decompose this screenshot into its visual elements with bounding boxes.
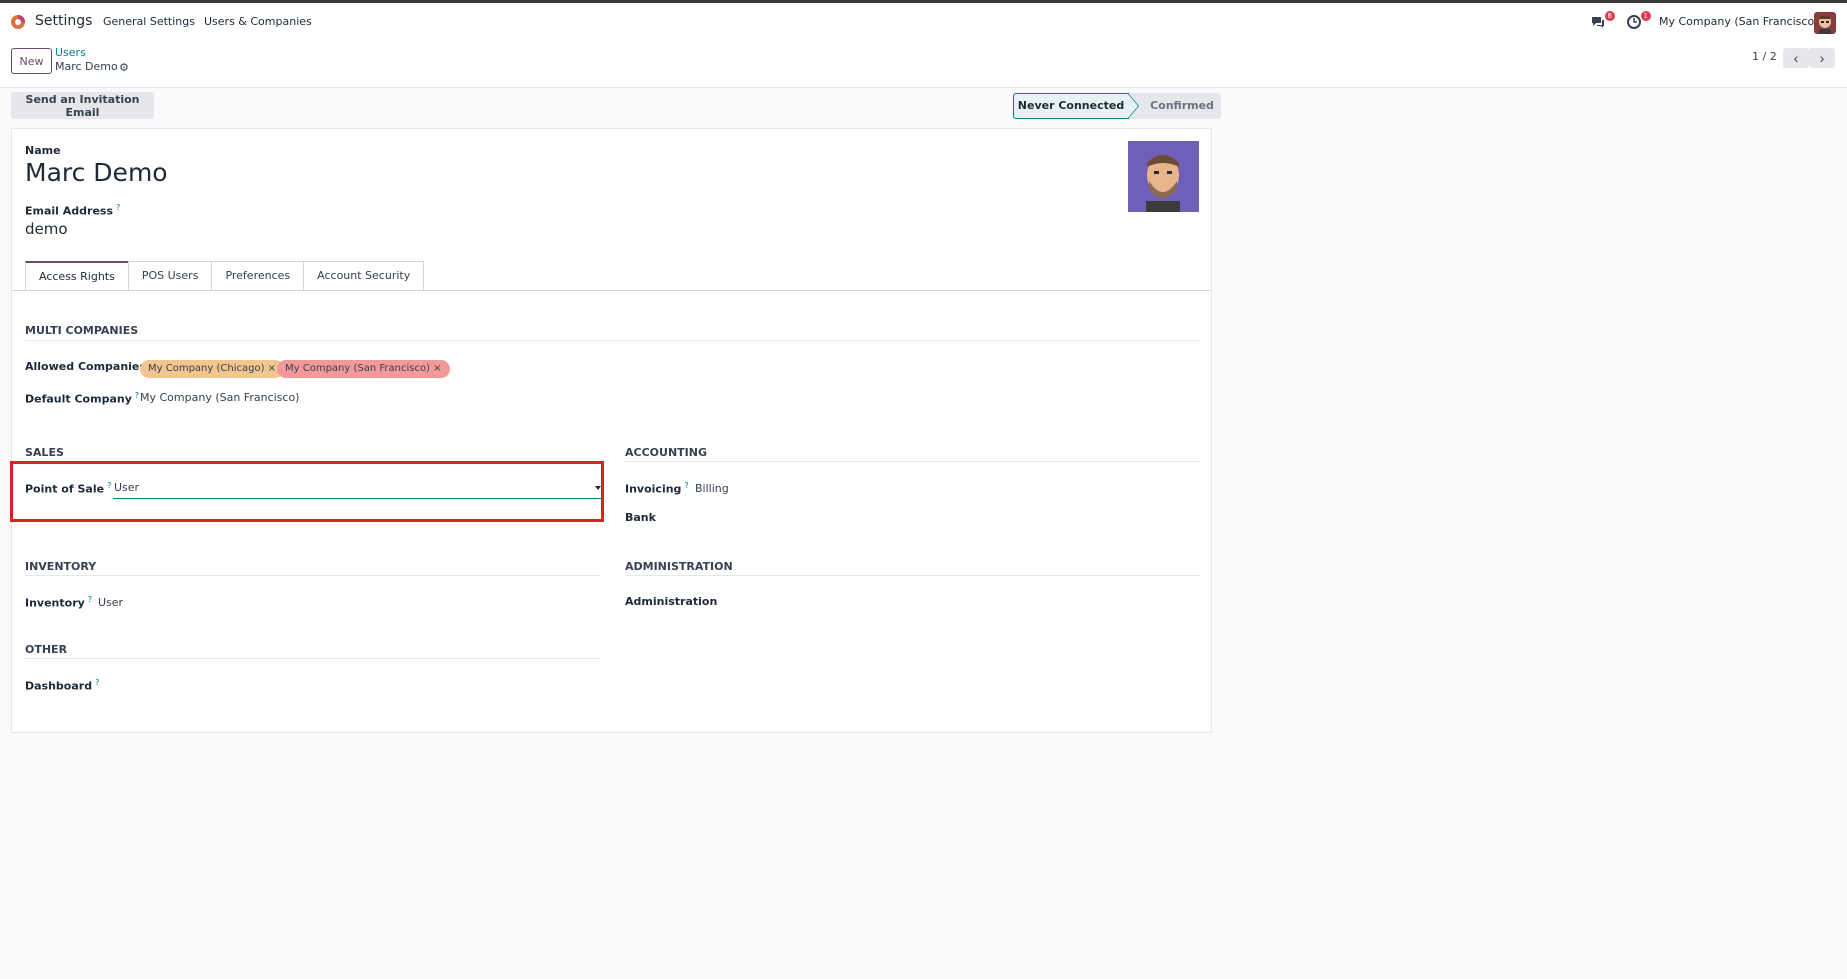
activities-clock-icon[interactable]: 1 — [1626, 11, 1651, 32]
odoo-logo-icon[interactable] — [10, 14, 26, 30]
tabs-divider — [12, 290, 1211, 291]
inventory-label-text: Inventory — [25, 596, 85, 610]
messages-icon[interactable]: 6 — [1590, 11, 1615, 32]
tag-label: My Company (Chicago) — [148, 363, 265, 374]
status-arrow-fill — [1128, 94, 1138, 118]
name-label: Name — [25, 144, 61, 157]
section-divider — [25, 658, 601, 659]
help-tooltip-icon[interactable]: ? — [88, 595, 92, 604]
default-company-label: Default Company? — [25, 391, 139, 406]
section-multi-companies: MULTI COMPANIES — [25, 324, 139, 337]
section-administration: ADMINISTRATION — [625, 560, 733, 573]
help-tooltip-icon[interactable]: ? — [135, 391, 139, 400]
default-company-label-text: Default Company — [25, 392, 132, 406]
inventory-label: Inventory? — [25, 595, 92, 610]
menu-general-settings[interactable]: General Settings — [103, 15, 195, 28]
close-icon[interactable]: × — [268, 363, 276, 374]
help-tooltip-icon[interactable]: ? — [684, 481, 688, 490]
inventory-field[interactable]: User — [98, 596, 123, 609]
pager-previous-button[interactable]: ‹ — [1783, 48, 1809, 68]
dashboard-label: Dashboard? — [25, 678, 99, 693]
section-sales: SALES — [25, 446, 64, 459]
section-inventory: INVENTORY — [25, 560, 97, 573]
section-accounting: ACCOUNTING — [625, 446, 707, 459]
section-divider — [25, 340, 1200, 341]
pager-next-button[interactable]: › — [1809, 48, 1835, 68]
tab-account-security[interactable]: Account Security — [303, 261, 425, 291]
name-field[interactable]: Marc Demo — [25, 158, 168, 187]
user-avatar[interactable] — [1814, 12, 1836, 34]
tag-label: My Company (San Francisco) — [285, 363, 430, 374]
breadcrumb-users[interactable]: Users — [55, 46, 86, 59]
section-divider — [625, 461, 1200, 462]
email-label-text: Email Address — [25, 204, 114, 218]
close-icon[interactable]: × — [433, 363, 441, 374]
section-divider — [625, 575, 1200, 576]
control-panel: New Users Marc Demo ⚙ 1 / 2 ‹ › — [0, 41, 1847, 88]
form-statusbar: Send an Invitation Email Never Connected… — [11, 92, 1221, 120]
breadcrumb-current-record: Marc Demo — [55, 60, 118, 73]
default-company-field[interactable]: My Company (San Francisco) — [140, 391, 299, 404]
app-name[interactable]: Settings — [35, 13, 92, 29]
status-never-connected[interactable]: Never Connected — [1013, 93, 1129, 119]
notebook-tabs: Access Rights POS Users Preferences Acco… — [25, 261, 425, 291]
invoicing-field[interactable]: Billing — [695, 482, 729, 495]
invoicing-label-text: Invoicing — [625, 482, 682, 496]
send-invitation-button[interactable]: Send an Invitation Email — [11, 92, 154, 119]
company-switcher[interactable]: My Company (San Francisco) — [1659, 15, 1818, 28]
main-navbar: Settings General Settings Users & Compan… — [0, 3, 1847, 41]
tab-pos-users[interactable]: POS Users — [127, 261, 213, 291]
gear-icon[interactable]: ⚙ — [119, 61, 129, 74]
form-sheet: Name Marc Demo Email Address? demo Acces… — [11, 128, 1212, 733]
highlight-annotation-box — [10, 461, 604, 522]
chevron-left-icon: ‹ — [1793, 50, 1799, 66]
bank-label: Bank — [625, 511, 656, 524]
administration-label: Administration — [625, 595, 718, 608]
email-field[interactable]: demo — [25, 220, 68, 238]
chevron-right-icon: › — [1819, 50, 1825, 66]
tab-preferences[interactable]: Preferences — [211, 261, 305, 291]
pager-value[interactable]: 1 / 2 — [1752, 50, 1777, 63]
activities-badge: 1 — [1640, 11, 1651, 21]
company-tag-san-francisco[interactable]: My Company (San Francisco) × — [277, 360, 450, 378]
section-other: OTHER — [25, 643, 68, 656]
allowed-companies-label: Allowed Companies — [25, 360, 146, 373]
invoicing-label: Invoicing? — [625, 481, 689, 496]
menu-users-companies[interactable]: Users & Companies — [204, 15, 312, 28]
status-confirmed[interactable]: Confirmed — [1129, 93, 1221, 119]
messages-badge: 6 — [1604, 11, 1615, 21]
email-label: Email Address? — [25, 203, 120, 218]
help-tooltip-icon[interactable]: ? — [95, 678, 99, 687]
help-tooltip-icon[interactable]: ? — [116, 203, 120, 212]
new-button[interactable]: New — [11, 48, 52, 74]
user-photo[interactable] — [1128, 141, 1199, 212]
tab-access-rights[interactable]: Access Rights — [25, 261, 129, 291]
dashboard-label-text: Dashboard — [25, 679, 93, 693]
company-tag-chicago[interactable]: My Company (Chicago) × — [140, 360, 285, 378]
section-divider — [25, 575, 601, 576]
